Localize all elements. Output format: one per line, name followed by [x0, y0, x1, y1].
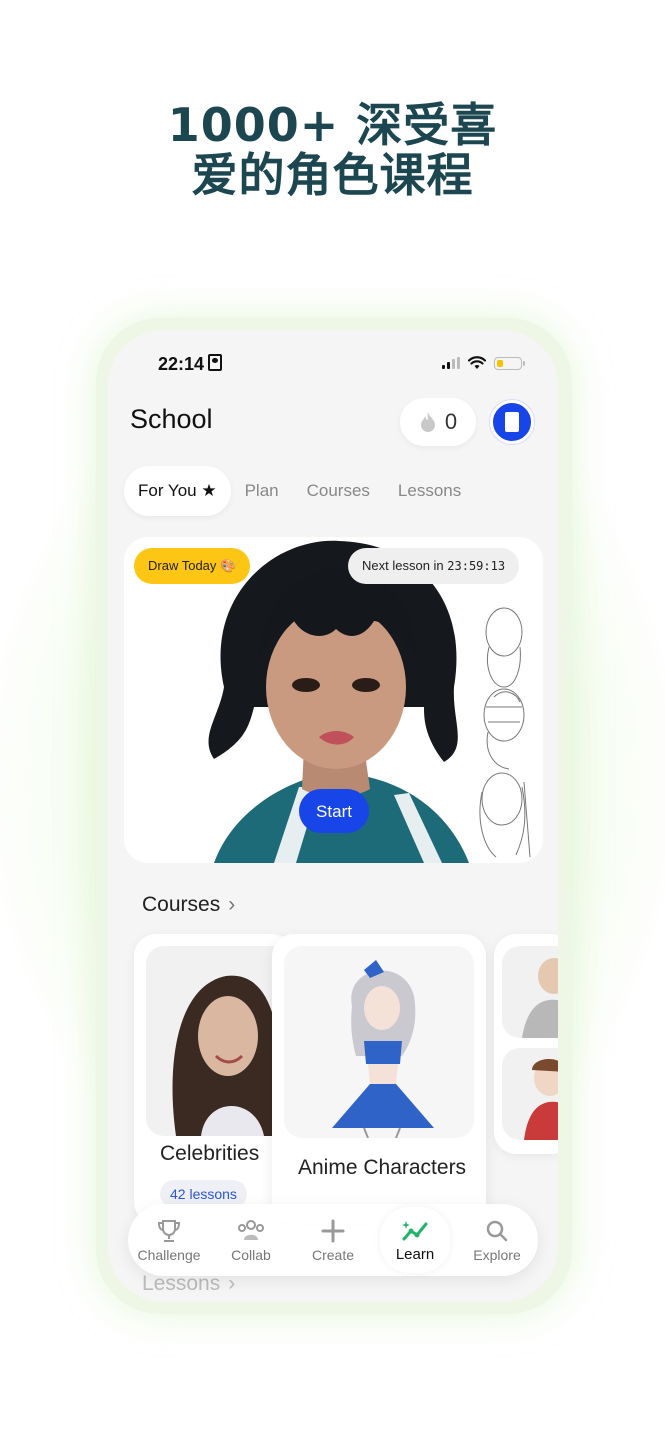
profile-icon	[505, 412, 519, 432]
profile-avatar-button[interactable]	[490, 400, 534, 444]
nav-collab[interactable]: Collab	[216, 1218, 286, 1263]
course-thumbnail	[502, 946, 558, 1038]
status-bar-icons	[442, 356, 525, 370]
course-thumbnail	[502, 1048, 558, 1140]
status-bar-time: 22:14	[158, 354, 223, 375]
course-title: Celebrities	[160, 1142, 260, 1165]
course-card-anime-characters[interactable]: Anime Characters	[272, 934, 486, 1224]
course-thumbnail	[284, 946, 474, 1138]
courses-heading: Courses	[142, 893, 221, 916]
tab-for-you[interactable]: For You ★	[124, 466, 231, 516]
nav-label: Explore	[473, 1246, 521, 1263]
course-card-celebrities[interactable]: Celebrities 42 lessons	[134, 934, 294, 1224]
anime-figure-illustration	[522, 958, 558, 1038]
plus-icon	[321, 1219, 345, 1242]
streak-button[interactable]: 0	[400, 398, 476, 446]
phone-screen: 22:14 School 0 For You ★ Plan Courses Le…	[108, 330, 558, 1302]
nav-label: Learn	[395, 1246, 435, 1263]
nav-label: Collab	[231, 1246, 271, 1263]
next-lesson-label: Next lesson in	[362, 558, 444, 573]
time-text: 22:14	[158, 354, 205, 374]
learn-icon	[402, 1221, 428, 1241]
draw-today-badge: Draw Today 🎨	[134, 548, 251, 584]
page-title: School	[130, 404, 213, 434]
next-lesson-timer: Next lesson in 23:59:13	[348, 548, 520, 584]
courses-section-header[interactable]: Courses ›	[142, 893, 235, 917]
nav-label: Create	[311, 1246, 355, 1263]
headline-line-1: 1000+ 深受喜	[167, 98, 498, 152]
flame-icon	[420, 412, 435, 432]
nav-learn[interactable]: Learn	[380, 1207, 450, 1273]
tab-courses[interactable]: Courses	[293, 466, 384, 516]
headline-line-2: 爱的角色课程	[191, 148, 474, 202]
nav-create[interactable]: Create	[298, 1218, 368, 1263]
streak-count: 0	[444, 409, 458, 434]
chevron-right-icon: ›	[228, 893, 236, 916]
next-lesson-countdown: 23:59:13	[447, 559, 506, 573]
promo-headline: 1000+ 深受喜 爱的角色课程	[0, 100, 665, 200]
kimono-figure-illustration	[524, 1059, 558, 1140]
daily-lesson-card[interactable]: Draw Today 🎨 Next lesson in 23:59:13 Sta…	[124, 537, 543, 863]
tab-bar: For You ★ Plan Courses Lessons	[124, 466, 475, 516]
tab-lessons[interactable]: Lessons	[384, 466, 475, 516]
nav-challenge[interactable]: Challenge	[134, 1218, 204, 1263]
bottom-nav-bar: Challenge Collab Create Learn Explore	[128, 1204, 538, 1276]
people-icon	[238, 1219, 264, 1240]
course-title: Anime Characters	[298, 1156, 467, 1179]
battery-icon	[494, 356, 525, 370]
tab-plan[interactable]: Plan	[231, 466, 293, 516]
nav-explore[interactable]: Explore	[462, 1218, 532, 1263]
nav-label: Challenge	[137, 1246, 201, 1263]
wifi-icon	[468, 356, 486, 369]
trophy-icon	[157, 1219, 181, 1242]
course-card-more[interactable]	[494, 934, 558, 1154]
anime-character-illustration	[332, 960, 434, 1138]
search-icon	[486, 1220, 508, 1241]
cellular-signal-icon	[442, 357, 460, 369]
contact-card-icon	[208, 354, 223, 371]
start-button[interactable]: Start	[299, 789, 369, 833]
